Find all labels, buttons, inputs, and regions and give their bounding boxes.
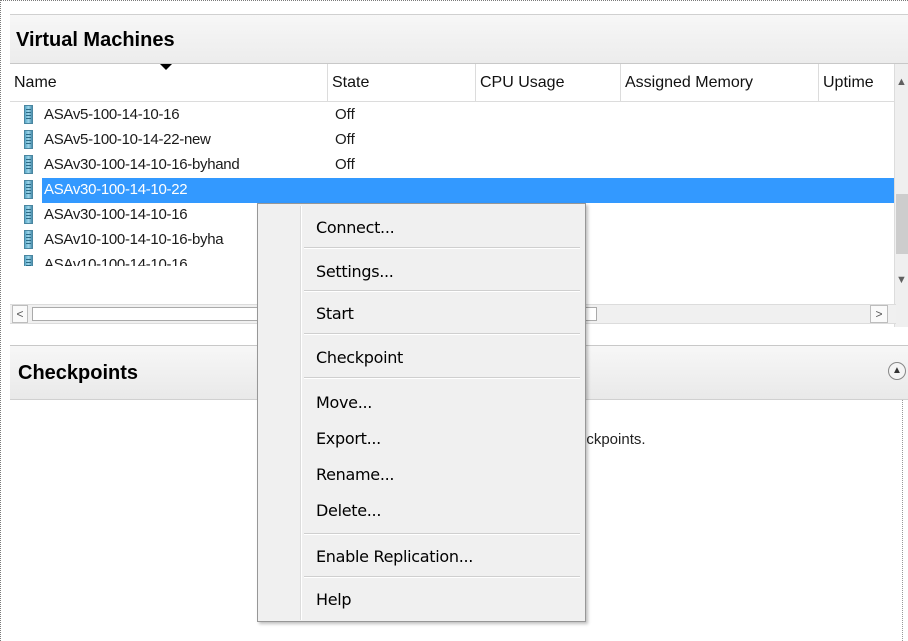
vm-pane-title: Virtual Machines xyxy=(16,29,175,51)
scroll-up-icon[interactable]: ▲ xyxy=(896,76,907,88)
context-menu: Connect... Settings... Start Checkpoint … xyxy=(257,203,586,622)
scroll-down-icon[interactable]: ▼ xyxy=(896,274,907,286)
vm-icon xyxy=(24,255,33,266)
menu-item-export[interactable]: Export... xyxy=(258,424,585,454)
vm-pane-header: Virtual Machines xyxy=(10,14,908,63)
menu-separator xyxy=(304,247,580,248)
menu-item-rename[interactable]: Rename... xyxy=(258,460,585,490)
vm-row[interactable]: ASAv5-100-10-14-22-new Off xyxy=(10,127,895,152)
column-cpu-usage[interactable]: CPU Usage xyxy=(476,64,621,102)
menu-item-help[interactable]: Help xyxy=(258,585,585,615)
collapse-up-icon[interactable]: ▲ xyxy=(888,362,906,380)
vm-name: ASAv30-100-14-10-16 xyxy=(44,206,188,223)
vm-state: Off xyxy=(335,156,355,173)
vm-name: ASAv10-100-14-10-16 xyxy=(44,256,188,266)
column-state[interactable]: State xyxy=(328,64,476,102)
sort-descending-icon xyxy=(160,64,172,70)
scroll-right-button[interactable]: > xyxy=(870,305,888,323)
checkpoints-message: eckpoints. xyxy=(578,431,646,448)
column-uptime[interactable]: Uptime xyxy=(819,64,895,102)
pane-edge xyxy=(902,400,903,641)
menu-item-delete[interactable]: Delete... xyxy=(258,496,585,526)
menu-item-start[interactable]: Start xyxy=(258,299,585,329)
checkpoints-title: Checkpoints xyxy=(18,362,139,384)
vm-name: ASAv5-100-14-10-16 xyxy=(44,106,180,123)
vertical-scrollbar[interactable]: ▲ ▼ xyxy=(894,64,908,327)
vm-row[interactable]: ASAv5-100-14-10-16 Off xyxy=(10,102,895,127)
menu-item-checkpoint[interactable]: Checkpoint xyxy=(258,343,585,373)
scroll-left-button[interactable]: < xyxy=(12,305,28,323)
vm-state: Off xyxy=(335,131,355,148)
vm-name: ASAv5-100-10-14-22-new xyxy=(44,131,211,148)
vm-icon xyxy=(24,205,33,224)
menu-item-enable-replication[interactable]: Enable Replication... xyxy=(258,542,585,572)
vm-name: ASAv30-100-14-10-16-byhand xyxy=(44,156,240,173)
menu-separator xyxy=(304,333,580,334)
column-headers: Name State CPU Usage Assigned Memory Upt… xyxy=(10,64,908,102)
menu-separator xyxy=(304,290,580,291)
column-assigned-memory[interactable]: Assigned Memory xyxy=(621,64,819,102)
vm-row[interactable]: ASAv30-100-14-10-16-byhand Off xyxy=(10,152,895,177)
vm-icon xyxy=(24,155,33,174)
vm-icon xyxy=(24,180,33,199)
scrollbar-thumb[interactable] xyxy=(896,194,908,254)
vm-state: Off xyxy=(335,106,355,123)
menu-separator xyxy=(304,377,580,378)
vm-icon xyxy=(24,230,33,249)
menu-item-move[interactable]: Move... xyxy=(258,388,585,418)
vm-name: ASAv30-100-14-10-22 xyxy=(44,181,188,198)
menu-item-settings[interactable]: Settings... xyxy=(258,257,585,287)
vm-row-selected[interactable]: ASAv30-100-14-10-22 xyxy=(10,177,895,203)
vm-icon xyxy=(24,130,33,149)
menu-separator xyxy=(304,533,580,534)
vm-icon xyxy=(24,105,33,124)
vm-name: ASAv10-100-14-10-16-byha xyxy=(44,231,224,248)
menu-separator xyxy=(304,576,580,577)
menu-item-connect[interactable]: Connect... xyxy=(258,213,585,243)
